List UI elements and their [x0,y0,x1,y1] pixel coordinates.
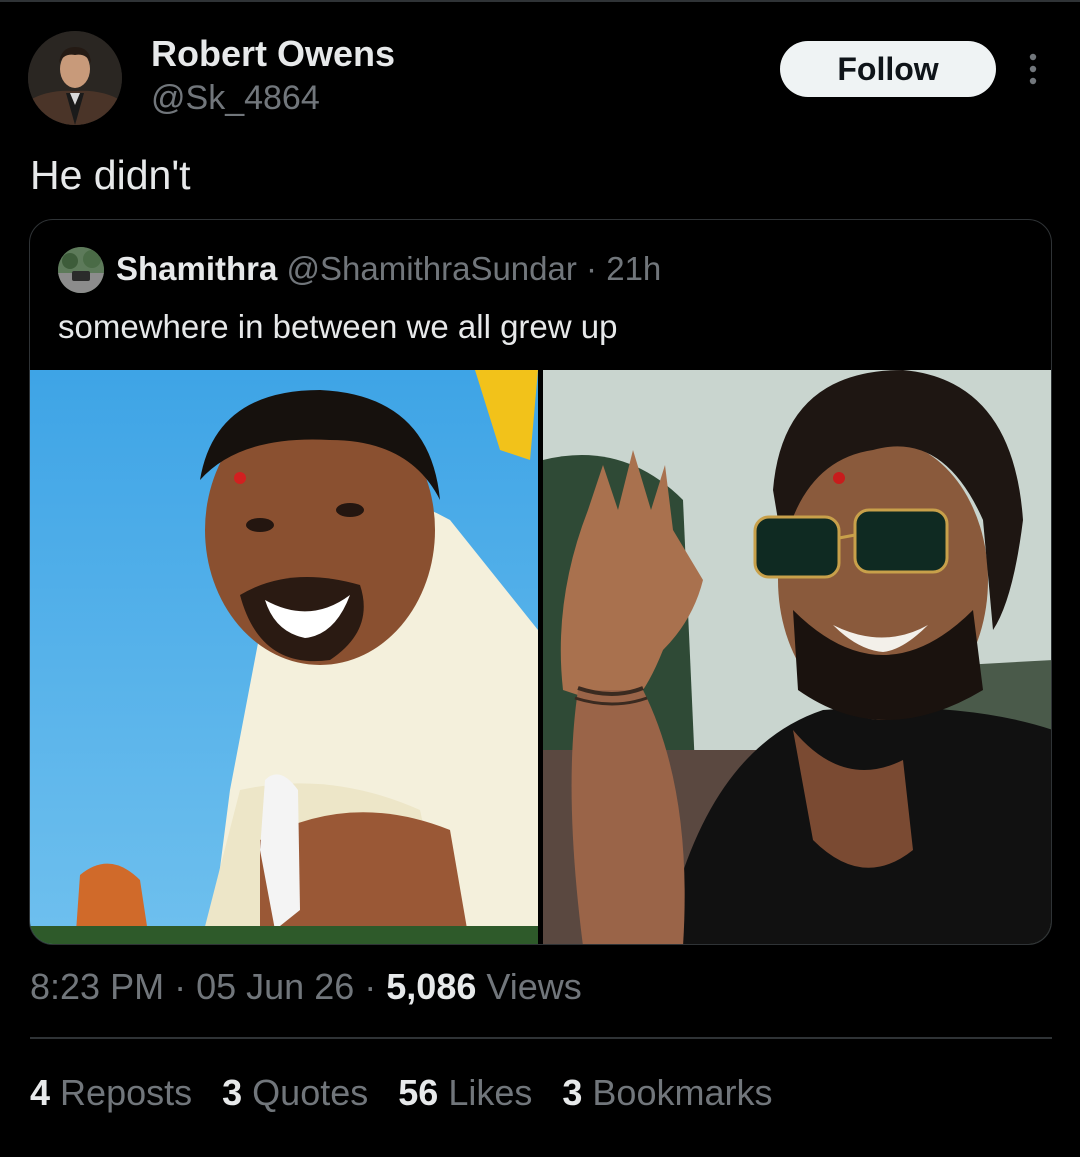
stats-divider [30,1037,1052,1039]
top-divider [0,0,1080,2]
right-photo[interactable] [543,370,1051,944]
quoted-tweet-media [30,370,1051,944]
tweet-date[interactable]: 05 Jun 26 [196,966,354,1007]
author-avatar[interactable] [28,31,122,125]
tweet-timestamp: 8:23 PM · 05 Jun 26 · 5,086 Views [30,966,582,1008]
follow-button[interactable]: Follow [780,41,996,97]
tweet-detail-page: Robert Owens @Sk_4864 Follow He didn't S… [0,0,1080,1157]
quoted-separator: · [586,250,598,287]
quotes-count: 3 [222,1072,243,1113]
likes-count: 56 [398,1072,439,1113]
tweet-time[interactable]: 8:23 PM [30,966,164,1007]
quotes-label: Quotes [252,1072,369,1113]
tweet-text: He didn't [30,152,191,198]
reposts-count: 4 [30,1072,51,1113]
stat-bookmarks[interactable]: 3 Bookmarks [562,1072,772,1114]
bookmarks-count: 3 [562,1072,583,1113]
likes-label: Likes [448,1072,533,1113]
meta-separator: · [174,966,187,1007]
more-vertical-icon[interactable] [1018,50,1048,90]
stat-reposts[interactable]: 4 Reposts [30,1072,192,1114]
engagement-stats: 4 Reposts 3 Quotes 56 Likes 3 Bookmarks [30,1072,772,1114]
avatar-photo-icon [58,247,104,293]
author-display-name[interactable]: Robert Owens [151,33,395,75]
views-count: 5,086 [386,966,477,1007]
left-photo[interactable] [30,370,538,944]
quoted-tweet-card[interactable]: Shamithra @ShamithraSundar · 21h somewhe… [29,219,1052,945]
quoted-author-name[interactable]: Shamithra [116,250,277,287]
stat-quotes[interactable]: 3 Quotes [222,1072,368,1114]
views-label: Views [486,966,582,1007]
quoted-tweet-text: somewhere in between we all grew up [58,308,618,345]
quoted-tweet-header: Shamithra @ShamithraSundar · 21h [116,250,661,288]
quoted-author-avatar[interactable] [58,247,104,293]
reposts-label: Reposts [60,1072,193,1113]
quoted-author-handle[interactable]: @ShamithraSundar [287,250,577,287]
avatar-photo-icon [28,31,122,125]
author-handle[interactable]: @Sk_4864 [151,79,320,118]
photo-image-icon [543,370,1051,944]
photo-image-icon [30,370,538,944]
bookmarks-label: Bookmarks [592,1072,773,1113]
quoted-tweet-time[interactable]: 21h [606,250,661,287]
stat-likes[interactable]: 56 Likes [398,1072,532,1114]
meta-separator: · [364,966,377,1007]
